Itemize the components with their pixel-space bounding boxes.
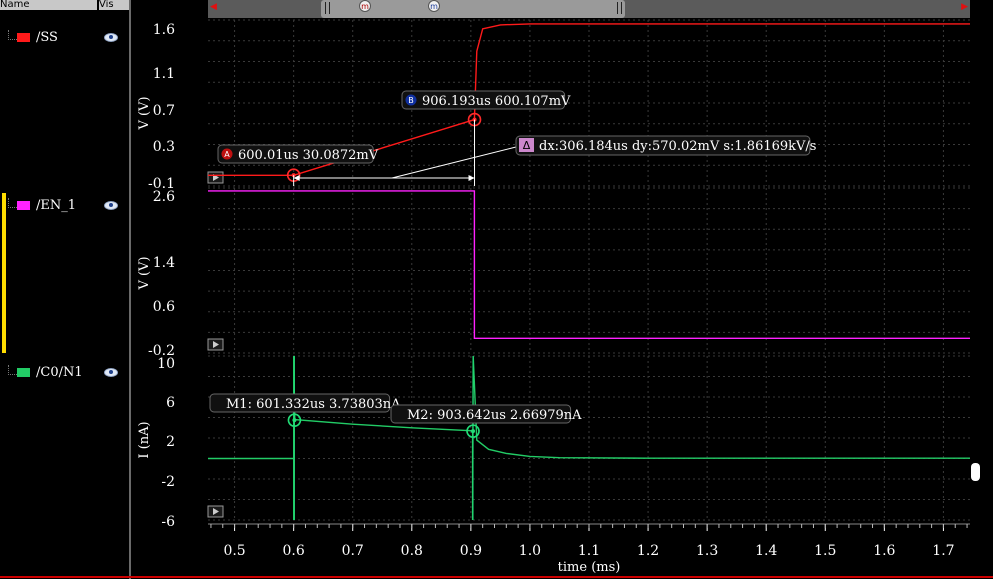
x-tick-label: 1.7: [932, 543, 954, 559]
y-tick-label: -2: [161, 474, 175, 490]
x-tick-label: 1.4: [755, 543, 777, 559]
waveform-plot[interactable]: 1.61.10.70.3-0.1V (V)2.61.40.6-0.2V (V)1…: [0, 0, 993, 579]
x-tick-label: 1.0: [519, 543, 541, 559]
x-tick-label: 0.7: [342, 543, 364, 559]
y-tick-label: 1.4: [153, 255, 175, 271]
y-tick-label: 6: [166, 395, 175, 411]
marker-label: 600.01us 30.0872mV: [238, 148, 379, 163]
y-tick-label: 1.6: [153, 22, 175, 38]
delta-leader-line: [391, 145, 521, 179]
y-tick-label: 0.3: [153, 139, 175, 155]
marker-label: 906.193us 600.107mV: [422, 94, 571, 109]
x-tick-label: 1.3: [696, 543, 718, 559]
x-tick-label: 0.6: [283, 543, 305, 559]
series-layer: [208, 23, 970, 521]
y-axis-label: V (V): [137, 96, 152, 130]
delta-badge-symbol: Δ: [523, 139, 531, 152]
x-tick-label: 0.8: [401, 543, 423, 559]
y-tick-label: 2: [166, 434, 175, 450]
y-tick-label: 0.7: [153, 103, 175, 119]
marker-badge-letter: A: [224, 150, 230, 159]
cursor-handle[interactable]: [971, 463, 980, 481]
x-tick-label: 1.2: [637, 543, 659, 559]
y-tick-label: 10: [157, 356, 175, 372]
y-tick-label: 2.6: [153, 189, 175, 205]
x-tick-label: 1.6: [873, 543, 895, 559]
delta-label: dx:306.184us dy:570.02mV s:1.86169kV/s: [539, 139, 816, 154]
x-tick-label: 1.1: [578, 543, 600, 559]
marker-badge-letter: B: [408, 96, 414, 105]
x-tick-label: 0.5: [223, 543, 245, 559]
y-tick-label: 0.6: [153, 299, 175, 315]
y-axis-label: V (V): [137, 256, 152, 290]
x-tick-label: 0.9: [460, 543, 482, 559]
annotation-layer: A 600.01us 30.0872mV B 906.193us 600.107mV Δ…: [209, 90, 816, 520]
grid-layer: [208, 19, 970, 521]
x-axis-label: time (ms): [558, 560, 621, 575]
delta-arrow-right-icon: [468, 175, 475, 181]
marker-label: M1: 601.332us 3.73803nA: [226, 397, 401, 412]
y-axis-label: I (nA): [137, 421, 152, 458]
marker-label: M2: 903.642us 2.66979nA: [407, 408, 582, 423]
y-tick-label: 1.1: [153, 66, 175, 82]
y-tick-label: -6: [161, 514, 175, 530]
x-tick-label: 1.5: [814, 543, 836, 559]
